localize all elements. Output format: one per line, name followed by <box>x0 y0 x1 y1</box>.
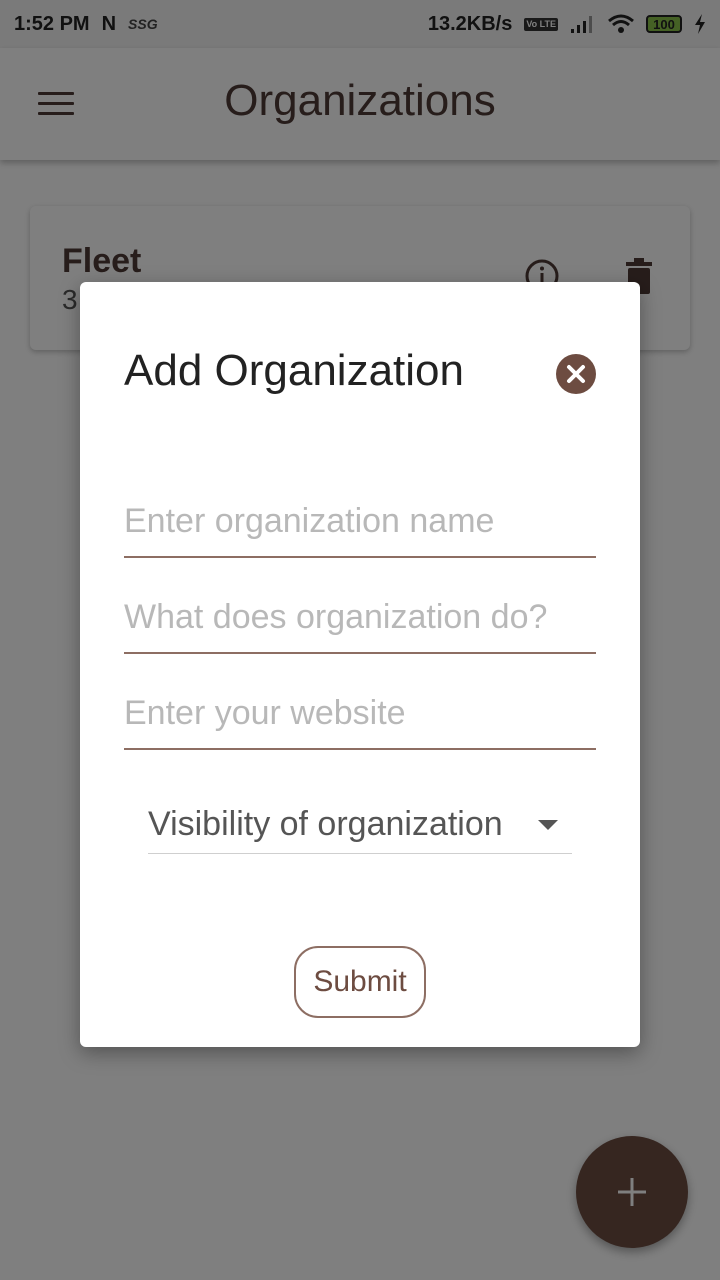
submit-button[interactable]: Submit <box>294 946 426 1018</box>
visibility-dropdown[interactable]: Visibility of organization <box>148 796 572 854</box>
organization-description-input[interactable] <box>124 582 596 654</box>
close-button[interactable] <box>556 354 596 394</box>
website-input[interactable] <box>124 678 596 750</box>
dialog-title: Add Organization <box>124 346 464 395</box>
chevron-down-icon <box>538 819 558 830</box>
close-icon <box>567 365 585 383</box>
visibility-dropdown-label: Visibility of organization <box>148 805 503 843</box>
organization-name-input[interactable] <box>124 486 596 558</box>
add-organization-dialog: Add Organization Visibility of organizat… <box>80 282 640 1047</box>
